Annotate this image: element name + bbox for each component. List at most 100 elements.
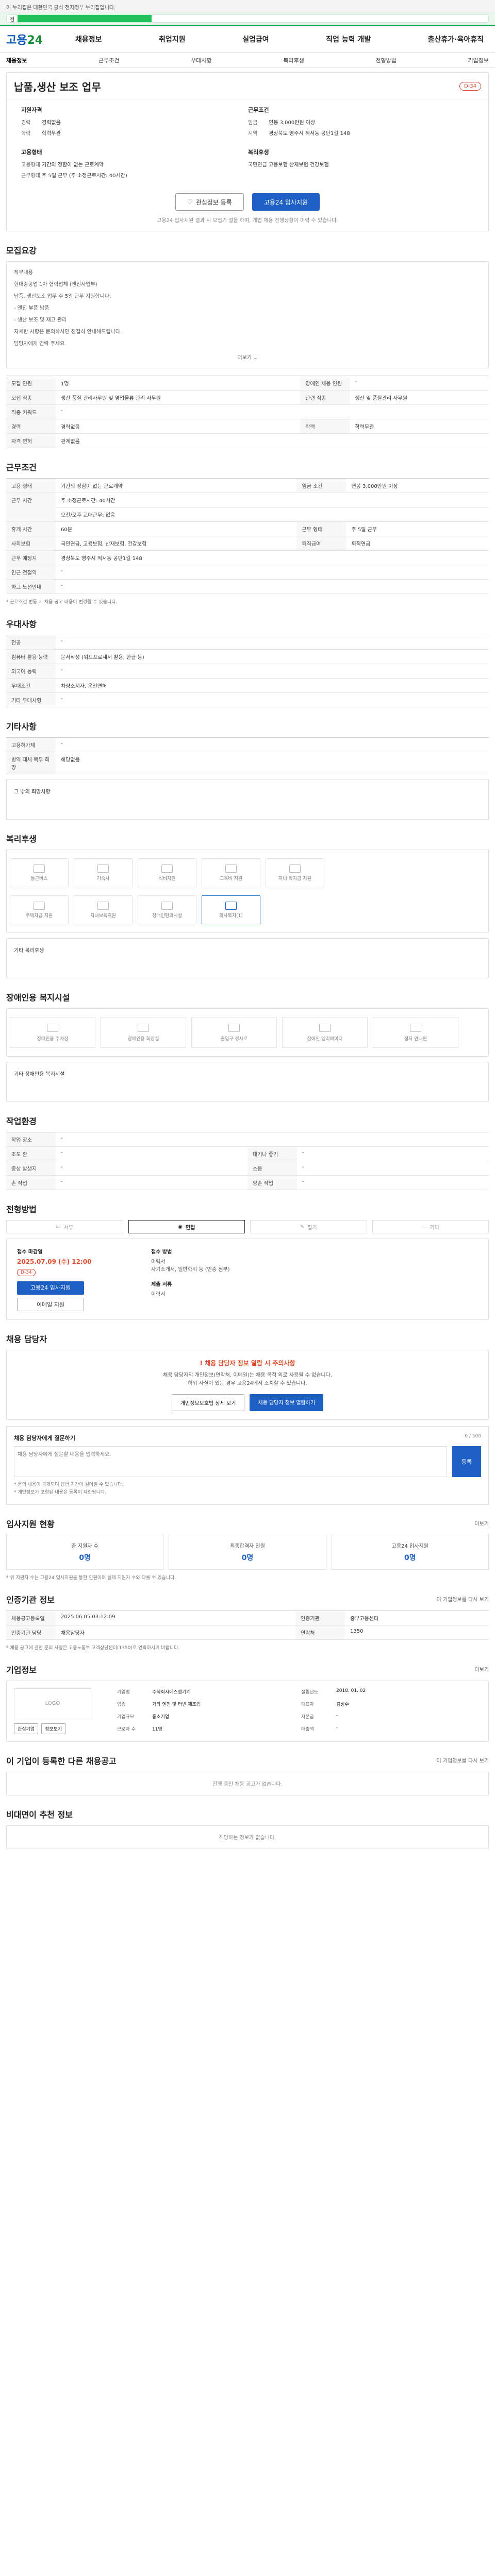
facility-item: 장애인용 화장실	[101, 1017, 186, 1048]
nav-item-leave[interactable]: 출산휴가·육아휴직	[423, 34, 489, 44]
applicant-stats: 총 지원자 수 0명 최종합격자 인원 0명 고용24 입사지원 0명	[6, 1534, 489, 1570]
qa-submit-button[interactable]: 등록	[452, 1446, 481, 1477]
site-logo[interactable]: 고용24	[6, 31, 56, 47]
welfare-heading: 복리후생	[248, 149, 269, 156]
scrap-button[interactable]: ♡ 관심정보 등록	[175, 193, 244, 211]
recruit-heading: 지원자격	[21, 107, 42, 113]
method-steps: ▭ 서류 ◉ 면접 ✎ 필기 … 기타	[6, 1220, 489, 1233]
employ-heading: 고용형태	[21, 149, 42, 156]
accessibility-icon	[161, 901, 173, 910]
same-company-more-link[interactable]: 이 기업정보를 다시 보기	[436, 1756, 489, 1764]
agency-table: 채용공고등록일 2025.06.05 03:12:09 인증기관 중부고용센터 인증기…	[6, 1610, 489, 1640]
tab-recruit[interactable]: 채용정보	[6, 56, 27, 64]
table-row: 고용 형태 기간의 정함이 없는 근로계약 임금 조건 연봉 3,000만원 이상	[6, 478, 489, 493]
table-row: 고용허가제 -	[6, 737, 489, 752]
deadline-dday: D-34	[17, 1269, 36, 1276]
privacy-detail-button[interactable]: 개인정보보호법 상세 보기	[171, 1394, 245, 1411]
duty-box: 직무내용 현대중공업 1차 협력업체 (엔진사업부) 납품, 생산보조 업무 주…	[6, 261, 489, 368]
duty-more-button[interactable]: 더보기 ⌄	[14, 353, 481, 361]
table-row: 전공 -	[6, 635, 489, 650]
company-detail-button[interactable]: 정보보기	[41, 1723, 66, 1734]
company-more-link[interactable]: 더보기	[474, 1665, 489, 1673]
favorite-company-button[interactable]: 관심기업	[14, 1723, 39, 1734]
welfare-item: 주택자금 지원	[10, 895, 69, 924]
summary-left: 지원자격 경력 경력없음 학력 학력무관 고용형태 고용형태 기간의 정함이 없는 근…	[21, 106, 186, 182]
scholarship-icon	[289, 864, 301, 873]
method-step: ✎ 필기	[250, 1220, 367, 1233]
tab-process[interactable]: 전형방법	[375, 56, 396, 64]
main-nav: 채용정보 취업지원 실업급여 직업 능력 개발 출산휴가·육아휴직	[56, 34, 489, 44]
table-row: 직종 키워드 -	[6, 404, 489, 419]
method-step: … 기타	[372, 1220, 489, 1233]
section-tabs: 채용정보 근무조건 우대사항 복리후생 전형방법 기업정보	[0, 53, 495, 68]
tab-preferences[interactable]: 우대사항	[191, 56, 211, 64]
table-row: 중상 발생지 - 소음 -	[6, 1161, 489, 1176]
env-section-title: 작업환경	[6, 1116, 37, 1126]
nav-item-jobs[interactable]: 채용정보	[70, 34, 107, 44]
other-section-title: 기타사항	[6, 722, 37, 732]
document-icon: ▭	[56, 1224, 61, 1230]
cond-heading: 근무조건	[248, 107, 269, 113]
agency-more-link[interactable]: 이 기업정보를 다시 보기	[436, 1595, 489, 1603]
table-row: 손 작업 - 양손 작업 -	[6, 1175, 489, 1190]
tab-company[interactable]: 기업정보	[468, 56, 488, 64]
table-row: 컴퓨터 활용 능력 문서작성 (워드프로세서 활용, 한글 등)	[6, 649, 489, 664]
stat-final: 최종합격자 인원 0명	[169, 1534, 326, 1570]
welfare-item: 자녀 학자금 지원	[266, 858, 324, 887]
interview-icon: ◉	[178, 1224, 183, 1230]
house-icon	[34, 901, 45, 910]
table-row: 모집 인원 1명 장애인 채용 인원 -	[6, 376, 489, 391]
facility-item: 장애인용 주차장	[10, 1017, 95, 1048]
etc-icon: …	[421, 1224, 427, 1230]
deadline-date: 2025.07.09 (수) 12:00	[17, 1258, 92, 1265]
company-info-grid: 기업명 주식회사에스엠기계 설립년도 2018. 01. 02 업종 기타 엔진 및 …	[117, 1688, 366, 1732]
apply-online-button[interactable]: 고용24 입사지원	[17, 1281, 84, 1295]
applicant-section-title: 입사지원 현황 더보기	[6, 1519, 489, 1529]
facility-item: 출입구 경사로	[191, 1017, 277, 1048]
gov-banner: 이 누리집은 대한민국 공식 전자정부 누리집입니다.	[0, 0, 495, 12]
table-row: 근무 예정지 경상북도 영주시 적서동 공단1길 148	[6, 550, 489, 565]
nav-item-benefit[interactable]: 실업급여	[237, 34, 274, 44]
qa-box: 채용 담당자에게 질문하기0 / 500 등록 * 문의 내용이 공개되며 답변…	[6, 1426, 489, 1505]
view-contact-button[interactable]: 채용 담당자 정보 열람하기	[250, 1394, 324, 1411]
contact-warning-box: ! 채용 담당자 정보 열람 시 주의사항 채용 담당자의 개인정보(연락처, …	[6, 1350, 489, 1420]
recommend-section-title: 비대면이 추천 정보	[6, 1809, 73, 1820]
dorm-icon	[97, 864, 109, 873]
welfare-note-box: 기타 복리후생	[6, 938, 489, 978]
table-row: 외국어 능력 -	[6, 664, 489, 679]
table-row: 조도 환 - 대기나 좋기 -	[6, 1146, 489, 1161]
page-content: 납품,생산 보조 업무 D-34 지원자격 경력 경력없음 학력 학력무관 고용형태…	[0, 72, 495, 1849]
pref-section-title: 우대사항	[6, 619, 37, 629]
table-row: 기타 우대사항 -	[6, 692, 489, 707]
parking-icon	[47, 1023, 58, 1032]
apply-button[interactable]: 고용24 입사지원	[252, 193, 320, 211]
table-row: 병역 대체 복무 희망 해당없음	[6, 752, 489, 774]
method-section-title: 전형방법	[6, 1205, 37, 1214]
education-icon	[225, 864, 237, 873]
stat-total: 총 지원자 수 0명	[6, 1534, 164, 1570]
tab-welfare[interactable]: 복리후생	[283, 56, 304, 64]
welfare-item: 식비지원	[138, 858, 196, 887]
tab-conditions[interactable]: 근무조건	[98, 56, 119, 64]
welfare-item-active: 회사복지(1)	[202, 895, 260, 924]
applicant-more-link[interactable]: 더보기	[474, 1519, 489, 1527]
apply-email-button[interactable]: 이메일 지원	[17, 1298, 84, 1311]
alert-icon: !	[200, 1360, 203, 1367]
welfare-item: 장애인편의시설	[138, 895, 196, 924]
heart-icon: ♡	[187, 198, 193, 206]
search-input[interactable]: 검	[6, 14, 489, 23]
company-box: LOGO 관심기업 정보보기 기업명 주식회사에스엠기계 설립년도 2018. 01…	[6, 1680, 489, 1742]
company-section-title: 기업정보 더보기	[6, 1665, 489, 1675]
job-title: 납품,생산 보조 업무	[14, 81, 101, 93]
nav-item-training[interactable]: 직업 능력 개발	[321, 34, 376, 44]
summary-right: 근무조건 임금 연봉 3,000만원 이상 지역 경상북도 영주시 적서동 공단1길…	[248, 106, 413, 182]
table-row: 근무 시간 주 소정근로시간: 40시간	[6, 493, 489, 522]
search-accent-bar	[18, 15, 152, 22]
restroom-icon	[138, 1023, 149, 1032]
recommend-empty: 해당하는 정보가 없습니다.	[6, 1825, 489, 1849]
contact-section-title: 채용 담당자	[6, 1334, 47, 1344]
welfare-section-title: 복리후생	[6, 834, 37, 844]
nav-item-support[interactable]: 취업지원	[154, 34, 191, 44]
qa-textarea[interactable]	[14, 1446, 447, 1477]
bus-icon	[34, 864, 45, 873]
